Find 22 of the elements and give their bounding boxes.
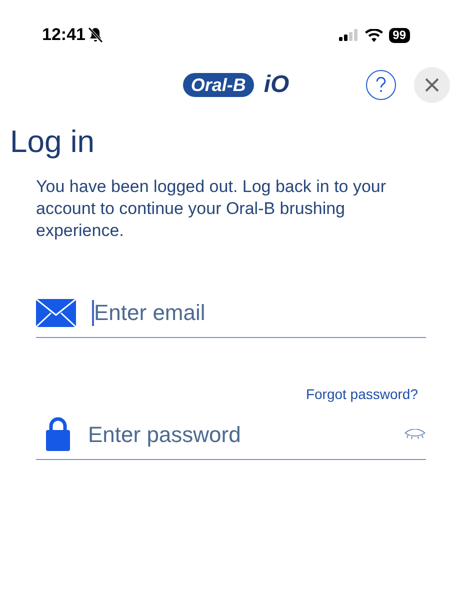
help-button[interactable] bbox=[366, 70, 396, 100]
close-icon bbox=[425, 78, 439, 92]
brand-logo: Oral-B bbox=[182, 73, 254, 97]
text-cursor bbox=[92, 300, 94, 326]
envelope-icon bbox=[36, 298, 76, 326]
status-time: 12:41 bbox=[42, 24, 86, 46]
muted-bell-icon bbox=[88, 27, 104, 43]
wifi-icon bbox=[364, 28, 383, 42]
logo-suffix: iO bbox=[264, 70, 290, 100]
padlock-icon bbox=[46, 417, 70, 451]
logout-message: You have been logged out. Log back in to your account to continue your Oral-B brushing experience. bbox=[36, 176, 388, 242]
close-button[interactable] bbox=[414, 67, 450, 103]
battery-indicator: 99 bbox=[388, 28, 410, 42]
closed-eye-icon[interactable] bbox=[404, 429, 426, 439]
forgot-password-link[interactable]: Forgot password? bbox=[306, 384, 418, 405]
signal-icon bbox=[338, 29, 359, 41]
page-title: Log in bbox=[10, 123, 96, 161]
question-icon bbox=[376, 77, 386, 93]
email-input[interactable]: Enter email bbox=[94, 296, 394, 329]
password-input[interactable]: Enter password bbox=[88, 418, 386, 450]
password-field[interactable]: Enter password bbox=[36, 417, 426, 460]
email-field[interactable]: Enter email bbox=[36, 296, 426, 338]
